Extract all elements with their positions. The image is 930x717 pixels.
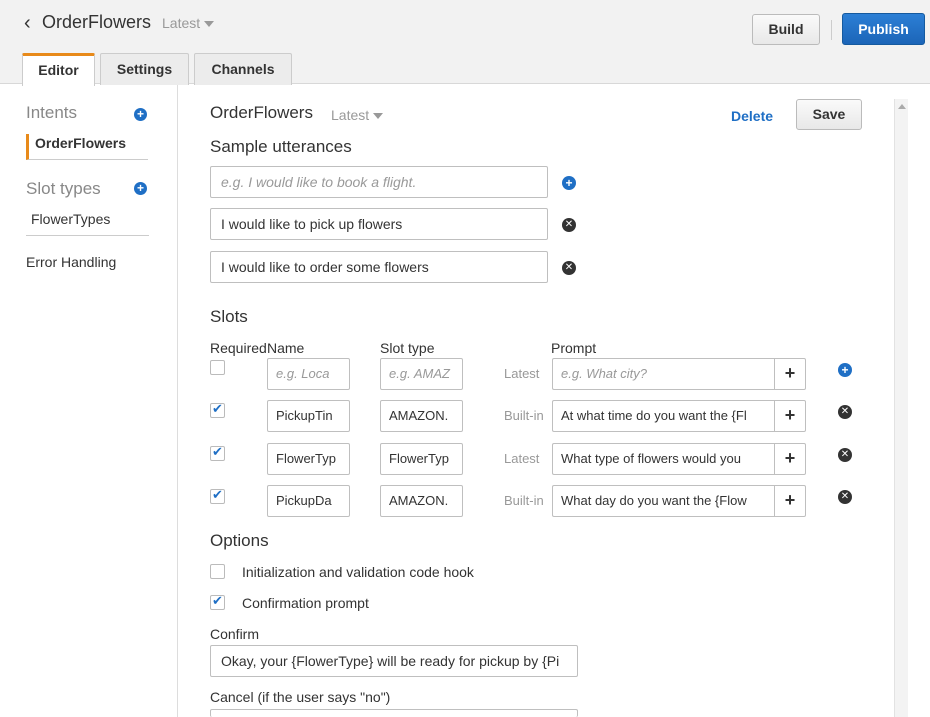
remove-slot-icon[interactable]: ✕ (838, 405, 852, 419)
caret-down-icon (204, 21, 215, 28)
code-hook-checkbox[interactable] (210, 564, 225, 579)
column-name: Name (267, 340, 305, 356)
slot-version[interactable]: Built-in (504, 493, 548, 508)
slot-type-input[interactable]: AMAZON. (380, 485, 463, 517)
utterance-input[interactable]: e.g. I would like to book a flight. (210, 166, 548, 198)
caret-down-icon (373, 113, 384, 120)
slot-name-input[interactable]: PickupTin (267, 400, 350, 432)
slot-name-input[interactable]: PickupDa (267, 485, 350, 517)
cancel-input[interactable] (210, 709, 578, 717)
options-title: Options (210, 531, 269, 550)
new-slot-type-input[interactable]: e.g. AMAZ (380, 358, 463, 390)
intent-version-label: Latest (331, 107, 370, 123)
slot-version[interactable]: Built-in (504, 408, 548, 423)
back-chevron-icon[interactable]: ‹ (24, 12, 31, 35)
scroll-up-arrow-icon[interactable] (898, 104, 906, 109)
slot-required-checkbox[interactable] (210, 444, 225, 461)
slot-name-input[interactable]: FlowerTyp (267, 443, 350, 475)
tab-settings[interactable]: Settings (100, 53, 189, 85)
vertical-scrollbar[interactable] (894, 99, 908, 717)
slot-prompt-input[interactable]: What day do you want the {Flow (552, 485, 774, 517)
new-slot-prompt-input[interactable]: e.g. What city? (552, 358, 774, 390)
sidebar-item-flowertypes[interactable]: FlowerTypes (31, 211, 110, 227)
build-button[interactable]: Build (752, 14, 820, 45)
prompt-settings-plus-icon[interactable]: + (774, 485, 806, 517)
utterance-item[interactable]: I would like to order some flowers (210, 251, 548, 283)
bot-version-dropdown[interactable]: Latest (162, 15, 215, 31)
sidebar-item-orderflowers[interactable]: OrderFlowers (26, 134, 148, 160)
prompt-settings-plus-icon[interactable]: + (774, 358, 806, 390)
add-slot-type-icon[interactable]: + (134, 182, 147, 195)
confirm-input[interactable]: Okay, your {FlowerType} will be ready fo… (210, 645, 578, 677)
slot-prompt-input[interactable]: What type of flowers would you (552, 443, 774, 475)
remove-utterance-icon[interactable]: ✕ (562, 218, 576, 232)
slots-title: Slots (210, 307, 248, 326)
remove-utterance-icon[interactable]: ✕ (562, 261, 576, 275)
bot-version-label: Latest (162, 15, 201, 31)
sidebar-item-error-handling[interactable]: Error Handling (26, 254, 116, 270)
sidebar-divider (26, 235, 149, 236)
new-slot-name-input[interactable]: e.g. Loca (267, 358, 350, 390)
slot-type-input[interactable]: AMAZON. (380, 400, 463, 432)
column-slot-type: Slot type (380, 340, 435, 356)
intent-title: OrderFlowers (210, 103, 313, 122)
prompt-settings-plus-icon[interactable]: + (774, 400, 806, 432)
column-required: Required (210, 340, 267, 356)
new-slot-required-checkbox[interactable] (210, 360, 225, 375)
confirm-label: Confirm (210, 626, 260, 642)
cancel-label: Cancel (if the user says "no") (210, 689, 391, 705)
slot-required-checkbox[interactable] (210, 401, 225, 418)
column-prompt: Prompt (551, 340, 597, 356)
tab-channels[interactable]: Channels (194, 53, 292, 85)
add-utterance-icon[interactable]: + (562, 176, 576, 190)
bot-title: OrderFlowers (42, 12, 152, 32)
confirmation-prompt-checkbox[interactable] (210, 593, 225, 610)
header-divider (831, 20, 832, 40)
utterance-item[interactable]: I would like to pick up flowers (210, 208, 548, 240)
confirmation-prompt-label: Confirmation prompt (242, 595, 369, 611)
remove-slot-icon[interactable]: ✕ (838, 448, 852, 462)
remove-slot-icon[interactable]: ✕ (838, 490, 852, 504)
delete-link[interactable]: Delete (731, 108, 773, 124)
add-slot-icon[interactable]: + (838, 363, 852, 377)
add-intent-icon[interactable]: + (134, 108, 147, 121)
save-button[interactable]: Save (796, 99, 862, 130)
intents-heading: Intents (26, 103, 78, 122)
code-hook-label: Initialization and validation code hook (242, 564, 474, 580)
publish-button[interactable]: Publish (842, 13, 925, 45)
slot-version[interactable]: Latest (504, 451, 548, 466)
prompt-settings-plus-icon[interactable]: + (774, 443, 806, 475)
slot-types-heading: Slot types (26, 179, 101, 198)
slot-prompt-input[interactable]: At what time do you want the {Fl (552, 400, 774, 432)
slot-required-checkbox[interactable] (210, 487, 225, 504)
tab-editor[interactable]: Editor (22, 53, 95, 86)
intent-version-dropdown[interactable]: Latest (331, 107, 384, 123)
slot-version[interactable]: Latest (504, 366, 548, 381)
utterances-title: Sample utterances (210, 137, 352, 156)
slot-type-input[interactable]: FlowerTyp (380, 443, 463, 475)
